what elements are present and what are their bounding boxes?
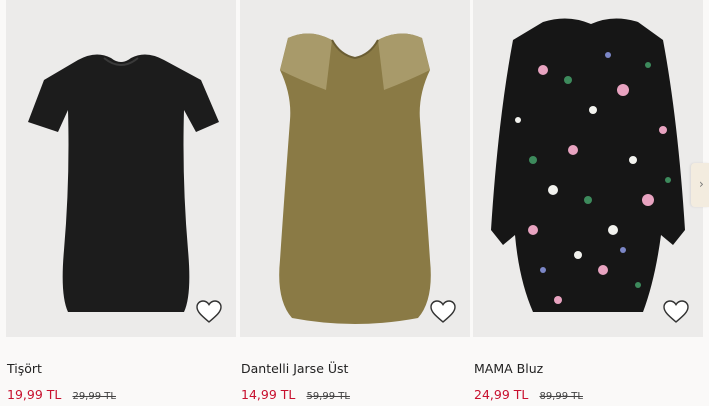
product-prices: 14,99 TL 59,99 TL xyxy=(241,384,350,403)
sale-price: 19,99 TL xyxy=(7,387,62,402)
product-prices: 24,99 TL 89,99 TL xyxy=(474,384,583,403)
sale-price: 14,99 TL xyxy=(241,387,296,402)
product-image[interactable] xyxy=(6,0,236,337)
heart-outline-icon[interactable] xyxy=(663,300,689,324)
product-name[interactable]: MAMA Bluz xyxy=(474,361,543,376)
heart-outline-icon[interactable] xyxy=(196,300,222,324)
chevron-right-icon: › xyxy=(699,177,704,191)
original-price: 29,99 TL xyxy=(72,391,116,402)
product-carousel: Tişört 19,99 TL 29,99 TL Dantelli Jarse … xyxy=(0,0,709,406)
original-price: 59,99 TL xyxy=(306,391,350,402)
product-image[interactable] xyxy=(473,0,703,337)
sale-price: 24,99 TL xyxy=(474,387,529,402)
product-name[interactable]: Dantelli Jarse Üst xyxy=(241,361,348,376)
product-image[interactable] xyxy=(240,0,470,337)
product-name[interactable]: Tişört xyxy=(7,361,42,376)
original-price: 89,99 TL xyxy=(539,391,583,402)
product-card-floral-blouse[interactable]: MAMA Bluz 24,99 TL 89,99 TL xyxy=(473,0,703,406)
product-card-lace-top[interactable]: Dantelli Jarse Üst 14,99 TL 59,99 TL xyxy=(240,0,470,406)
heart-outline-icon[interactable] xyxy=(430,300,456,324)
carousel-next-button[interactable]: › xyxy=(691,163,709,207)
product-card-tshirt[interactable]: Tişört 19,99 TL 29,99 TL xyxy=(6,0,236,406)
product-prices: 19,99 TL 29,99 TL xyxy=(7,384,116,403)
